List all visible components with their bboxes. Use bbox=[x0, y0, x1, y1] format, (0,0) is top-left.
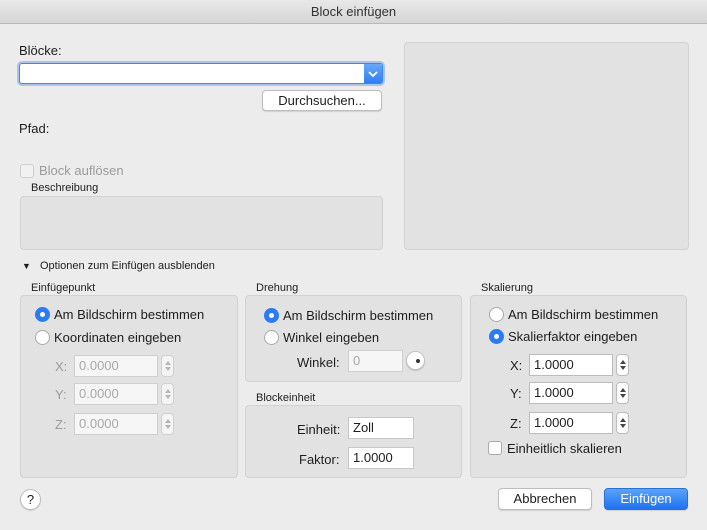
scale-screen-radio[interactable] bbox=[489, 307, 504, 322]
window-title: Block einfügen bbox=[0, 0, 707, 24]
chevron-down-icon[interactable] bbox=[364, 64, 382, 83]
unit-label: Einheit: bbox=[297, 422, 341, 437]
rotation-screen-radio[interactable] bbox=[264, 308, 279, 323]
block-unit-title: Blockeinheit bbox=[256, 392, 316, 404]
rotation-screen-label[interactable]: Am Bildschirm bestimmen bbox=[283, 308, 433, 323]
scale-screen-label[interactable]: Am Bildschirm bestimmen bbox=[508, 307, 658, 322]
uniform-scale-checkbox[interactable] bbox=[488, 441, 502, 455]
insertion-z-stepper[interactable] bbox=[161, 413, 174, 435]
blocks-label: Blöcke: bbox=[19, 43, 62, 58]
rotation-angle-label[interactable]: Winkel eingeben bbox=[283, 330, 379, 345]
description-box bbox=[20, 196, 383, 250]
insertion-y-label: Y: bbox=[55, 387, 67, 402]
cancel-button[interactable]: Abbrechen bbox=[498, 488, 592, 510]
insertion-screen-label[interactable]: Am Bildschirm bestimmen bbox=[54, 307, 204, 322]
insertion-coords-radio[interactable] bbox=[35, 330, 50, 345]
rotation-angle-field-label: Winkel: bbox=[297, 355, 340, 370]
explode-block-checkbox[interactable] bbox=[20, 164, 34, 178]
scale-y-stepper[interactable] bbox=[616, 382, 629, 404]
rotation-angle-field[interactable]: 0 bbox=[348, 350, 403, 372]
factor-label: Faktor: bbox=[299, 452, 340, 467]
unit-field: Zoll bbox=[348, 417, 414, 439]
scale-z-label: Z: bbox=[510, 416, 522, 431]
insertion-y-stepper[interactable] bbox=[161, 383, 174, 405]
scale-x-field[interactable]: 1.0000 bbox=[529, 354, 613, 376]
rotation-angle-radio[interactable] bbox=[264, 330, 279, 345]
path-label: Pfad: bbox=[19, 121, 50, 136]
scale-y-label: Y: bbox=[510, 386, 522, 401]
scale-z-stepper[interactable] bbox=[616, 412, 629, 434]
help-button[interactable]: ? bbox=[20, 489, 41, 510]
block-preview bbox=[404, 42, 689, 250]
insertion-point-title: Einfügepunkt bbox=[31, 282, 96, 294]
uniform-scale-label[interactable]: Einheitlich skalieren bbox=[507, 441, 622, 456]
blocks-combobox[interactable] bbox=[19, 63, 383, 84]
insertion-coords-label[interactable]: Koordinaten eingeben bbox=[54, 330, 181, 345]
rotation-title: Drehung bbox=[256, 282, 299, 294]
angle-dial-icon[interactable] bbox=[406, 351, 425, 370]
insertion-x-field[interactable]: 0.0000 bbox=[74, 355, 158, 377]
scale-title: Skalierung bbox=[481, 282, 533, 294]
factor-field: 1.0000 bbox=[348, 447, 414, 469]
scale-z-field[interactable]: 1.0000 bbox=[529, 412, 613, 434]
insertion-screen-radio[interactable] bbox=[35, 307, 50, 322]
scale-y-field[interactable]: 1.0000 bbox=[529, 382, 613, 404]
insertion-x-label: X: bbox=[55, 359, 68, 374]
scale-x-stepper[interactable] bbox=[616, 354, 629, 376]
insertion-y-field[interactable]: 0.0000 bbox=[74, 383, 158, 405]
options-toggle-label[interactable]: Optionen zum Einfügen ausblenden bbox=[40, 260, 215, 272]
description-label: Beschreibung bbox=[31, 182, 99, 194]
insertion-z-field[interactable]: 0.0000 bbox=[74, 413, 158, 435]
insert-button[interactable]: Einfügen bbox=[604, 488, 688, 510]
explode-block-label: Block auflösen bbox=[39, 163, 124, 178]
scale-x-label: X: bbox=[510, 358, 523, 373]
scale-factor-radio[interactable] bbox=[489, 329, 504, 344]
insertion-z-label: Z: bbox=[55, 417, 67, 432]
browse-button[interactable]: Durchsuchen... bbox=[262, 90, 382, 111]
insertion-x-stepper[interactable] bbox=[161, 355, 174, 377]
scale-factor-label[interactable]: Skalierfaktor eingeben bbox=[508, 329, 637, 344]
disclosure-triangle-icon[interactable]: ▼ bbox=[22, 261, 31, 271]
